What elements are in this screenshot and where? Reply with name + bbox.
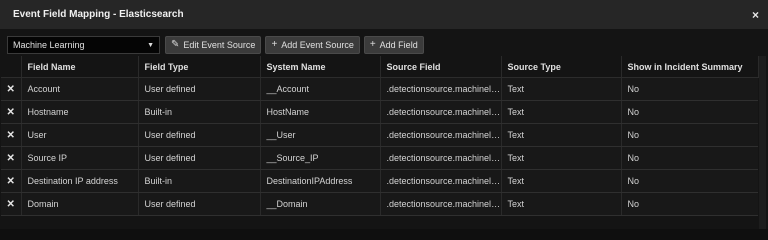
table-row[interactable]: ✕ Account User defined __Account .detections… [1,77,758,101]
cell-system-name: __Account [260,77,381,101]
plus-icon: + [271,39,278,50]
cell-field-name: Source IP [21,146,139,170]
cell-field-type: User defined [138,77,261,101]
cell-field-type: Built-in [138,100,261,124]
cell-system-name: __Source_IP [260,146,381,170]
cell-source-field: .detectionsource.machinele... [380,146,502,170]
cell-source-type: Text [501,77,622,101]
cell-source-field: .detectionsource.machinele... [380,77,502,101]
cell-field-name: Destination IP address [21,169,139,193]
delete-row-x-icon[interactable]: ✕ [1,77,22,101]
cell-field-type: User defined [138,192,261,216]
cell-system-name: __User [260,123,381,147]
cell-source-type: Text [501,169,622,193]
cell-field-name: User [21,123,139,147]
cell-show-in-summary: No [621,146,758,170]
cell-field-type: Built-in [138,169,261,193]
column-header-delete [1,56,22,78]
pencil-icon: ✎ [171,39,180,50]
cell-show-in-summary: No [621,77,758,101]
column-header-field-name[interactable]: Field Name [21,56,139,78]
cell-field-type: User defined [138,123,261,147]
delete-row-x-icon[interactable]: ✕ [1,146,22,170]
cell-field-name: Hostname [21,100,139,124]
table-row[interactable]: ✕ User User defined __User .detectionsource.… [1,123,758,147]
cell-show-in-summary: No [621,169,758,193]
delete-row-x-icon[interactable]: ✕ [1,123,22,147]
column-header-source-type[interactable]: Source Type [501,56,622,78]
cell-show-in-summary: No [621,123,758,147]
cell-show-in-summary: No [621,100,758,124]
table-row[interactable]: ✕ Domain User defined __Domain .detectionsou… [1,192,758,216]
dialog-title: Event Field Mapping - Elasticsearch [13,9,184,20]
column-header-system-name[interactable]: System Name [260,56,381,78]
event-source-select-value: Machine Learning [13,40,85,50]
add-field-button[interactable]: + Add Field [363,36,424,54]
cell-field-type: User defined [138,146,261,170]
cell-show-in-summary: No [621,192,758,216]
chevron-down-icon: ▼ [147,41,154,49]
cell-source-field: .detectionsource.machinele... [380,100,502,124]
cell-field-name: Account [21,77,139,101]
plus-icon: + [369,39,376,50]
edit-event-source-button[interactable]: ✎ Edit Event Source [165,36,262,54]
add-event-source-label: Add Event Source [281,40,354,50]
table-scrollbar[interactable] [759,56,766,229]
edit-event-source-label: Edit Event Source [183,40,256,50]
close-icon[interactable]: × [752,8,759,22]
table-row[interactable]: ✕ Hostname Built-in HostName .detectionsourc… [1,100,758,124]
field-mapping-table: Field Name Field Type System Name Source… [1,56,759,216]
table-row[interactable]: ✕ Source IP User defined __Source_IP .detect… [1,146,758,170]
cell-system-name: __Domain [260,192,381,216]
cell-source-field: .detectionsource.machinele... [380,169,502,193]
cell-source-field: .detectionsource.machinele... [380,123,502,147]
delete-row-x-icon[interactable]: ✕ [1,169,22,193]
table-row[interactable]: ✕ Destination IP address Built-in Destinati… [1,169,758,193]
column-header-field-type[interactable]: Field Type [138,56,261,78]
column-header-source-field[interactable]: Source Field [380,56,502,78]
delete-row-x-icon[interactable]: ✕ [1,100,22,124]
add-event-source-button[interactable]: + Add Event Source [265,36,360,54]
dialog-window: Event Field Mapping - Elasticsearch × Ma… [0,0,768,229]
cell-source-type: Text [501,146,622,170]
cell-system-name: HostName [260,100,381,124]
cell-field-name: Domain [21,192,139,216]
toolbar: Machine Learning ▼ ✎ Edit Event Source +… [0,32,768,58]
delete-row-x-icon[interactable]: ✕ [1,192,22,216]
column-header-show-in-summary[interactable]: Show in Incident Summary [621,56,759,78]
cell-source-field: .detectionsource.machinele... [380,192,502,216]
titlebar: Event Field Mapping - Elasticsearch × [0,0,768,29]
add-field-label: Add Field [379,40,418,50]
event-source-select[interactable]: Machine Learning ▼ [7,36,160,54]
cell-source-type: Text [501,123,622,147]
cell-source-type: Text [501,100,622,124]
cell-source-type: Text [501,192,622,216]
table-header-row: Field Name Field Type System Name Source… [1,56,759,78]
cell-system-name: DestinationIPAddress [260,169,381,193]
